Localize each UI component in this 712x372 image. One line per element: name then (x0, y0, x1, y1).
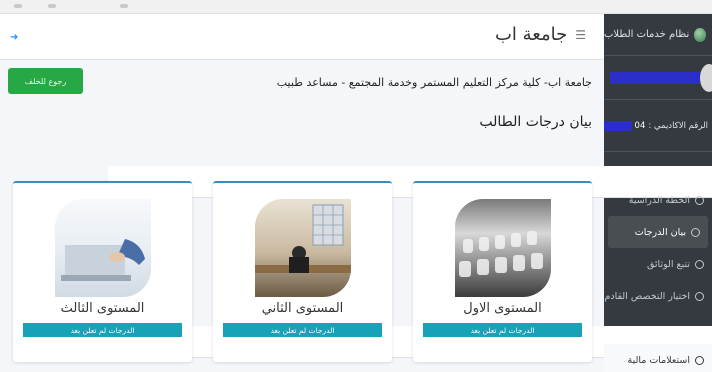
page-title: بيان درجات الطالب (479, 114, 592, 130)
level-title: المستوى الاول (463, 301, 542, 316)
university-title-group: ☰ جامعة اب (495, 24, 586, 45)
sidebar-item-study-plan[interactable]: الخطة الدراسية (604, 184, 712, 216)
browser-dot (14, 4, 22, 8)
sidebar-brand[interactable]: نظام خدمات الطلاب (604, 14, 712, 56)
university-title: جامعة اب (494, 24, 568, 45)
sidebar-item-label: اختيار التخصص القادم (604, 290, 690, 302)
circle-icon (695, 355, 704, 365)
avatar[interactable] (700, 64, 712, 92)
browser-dot (48, 4, 56, 8)
hamburger-icon[interactable]: ☰ (575, 28, 586, 42)
sidebar-item-track-documents[interactable]: تتبع الوثائق (604, 248, 712, 280)
browser-dot (120, 4, 128, 8)
level-card-3[interactable]: المستوى الثالث الدرجات لم تعلن بعد (13, 181, 192, 362)
redacted-id (604, 120, 632, 131)
sidebar-item-financial-inquiries[interactable]: استعلامات مالية (604, 344, 712, 372)
status-badge: الدرجات لم تعلن بعد (23, 323, 182, 337)
sidebar: نظام خدمات الطلاب الرقم الاكاديمي : 04 ا… (108, 14, 712, 372)
student-studying-image (255, 199, 351, 297)
browser-top-strip (0, 0, 712, 14)
logo-icon (694, 27, 706, 42)
circle-icon (691, 227, 700, 237)
level-title: المستوى الثاني (261, 301, 344, 316)
app-title: نظام خدمات الطلاب (604, 29, 690, 40)
sidebar-item-choose-major[interactable]: اختيار التخصص القادم (604, 280, 712, 312)
sidebar-item-label: الخطة الدراسية (628, 194, 690, 206)
academic-id-value: 04 (634, 120, 646, 131)
sidebar-item-label: تتبع الوثائق (646, 258, 690, 270)
back-button[interactable]: رجوع للخلف (8, 68, 83, 94)
lecture-hall-image (455, 199, 551, 297)
circle-icon (695, 259, 704, 269)
main-content: رجوع للخلف جامعة اب- كلية مركز التعليم ا… (0, 60, 604, 372)
circle-icon (695, 195, 704, 205)
circle-icon (695, 291, 704, 301)
sidebar-item-label: بيان الدرجات (634, 226, 686, 238)
status-badge: الدرجات لم تعلن بعد (423, 323, 582, 337)
level-card-2[interactable]: المستوى الثاني الدرجات لم تعلن بعد (213, 181, 392, 362)
user-panel (604, 56, 712, 100)
redacted-user-name (610, 72, 700, 84)
top-header: ☰ جامعة اب ➜ (0, 14, 604, 60)
status-badge: الدرجات لم تعلن بعد (223, 323, 382, 337)
academic-id: الرقم الاكاديمي : 04 (604, 100, 712, 152)
logout-icon[interactable]: ➜ (10, 32, 18, 43)
college-info: جامعة اب- كلية مركز التعليم المستمر وخدم… (276, 76, 592, 89)
laptop-image (55, 199, 151, 297)
level-card-1[interactable]: المستوى الاول الدرجات لم تعلن بعد (413, 181, 592, 362)
academic-id-label: الرقم الاكاديمي : (648, 120, 708, 131)
sidebar-item-label: استعلامات مالية (627, 354, 690, 366)
sidebar-nav: الخدمات الاكاديمية ‹ الخطة الدراسية بيان… (108, 152, 712, 372)
level-title: المستوى الثالث (60, 301, 145, 316)
sidebar-item-grades[interactable]: بيان الدرجات (608, 216, 708, 248)
